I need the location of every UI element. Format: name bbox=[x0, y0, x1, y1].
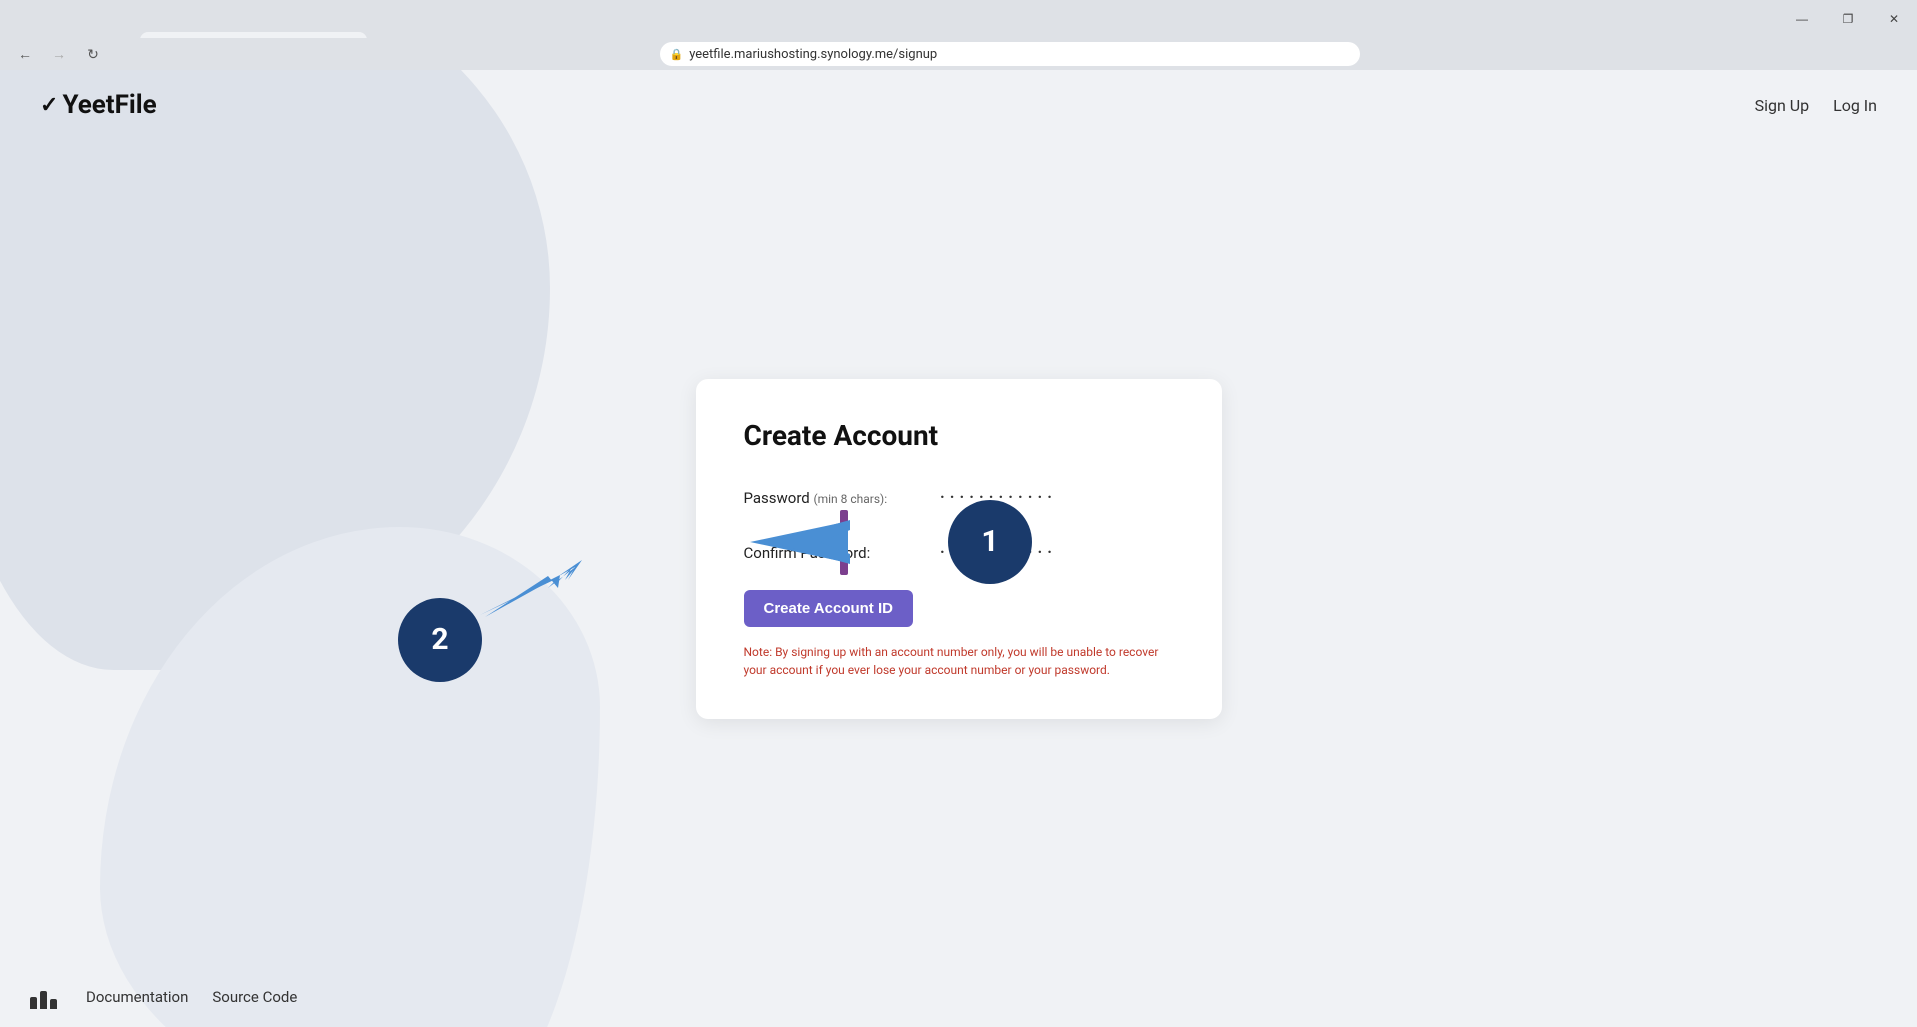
footer-bar-1 bbox=[30, 997, 37, 1009]
logo[interactable]: ✓ YeetFile bbox=[40, 90, 157, 120]
footer-logo bbox=[30, 985, 62, 1009]
main-area: Create Account Password (min 8 chars): ·… bbox=[0, 70, 1917, 1027]
address-bar-row: ← → ↻ 🔒 yeetfile.mariushosting.synology.… bbox=[0, 38, 1917, 70]
close-button[interactable]: ✕ bbox=[1871, 0, 1917, 38]
password-dots: ············ bbox=[940, 480, 1140, 517]
password-hint: (min 8 chars): bbox=[814, 492, 888, 506]
header-nav: Sign Up Log In bbox=[1755, 96, 1877, 115]
footer-bar-3 bbox=[50, 999, 57, 1009]
restore-button[interactable]: ❐ bbox=[1825, 0, 1871, 38]
reload-button[interactable]: ↻ bbox=[80, 41, 106, 67]
confirm-password-row: Confirm Password: ············ bbox=[744, 535, 1174, 572]
password-label: Password (min 8 chars): bbox=[744, 489, 924, 507]
signup-link[interactable]: Sign Up bbox=[1755, 96, 1810, 115]
password-row: Password (min 8 chars): ············ bbox=[744, 480, 1174, 517]
create-account-button[interactable]: Create Account ID bbox=[744, 590, 913, 627]
window-controls: — ❐ ✕ bbox=[1779, 0, 1917, 38]
note-text: Note: By signing up with an account numb… bbox=[744, 643, 1174, 679]
login-link[interactable]: Log In bbox=[1833, 96, 1877, 115]
documentation-link[interactable]: Documentation bbox=[86, 988, 188, 1006]
create-account-card: Create Account Password (min 8 chars): ·… bbox=[696, 379, 1222, 719]
footer-bar-2 bbox=[40, 991, 47, 1009]
address-bar[interactable]: 🔒 yeetfile.mariushosting.synology.me/sig… bbox=[660, 42, 1360, 66]
form-title: Create Account bbox=[744, 419, 1174, 452]
security-icon: 🔒 bbox=[670, 48, 684, 61]
back-button[interactable]: ← bbox=[12, 41, 38, 67]
minimize-button[interactable]: — bbox=[1779, 0, 1825, 38]
page-content: 1 2 ✓ YeetFile Sign Up Log In Create Acc… bbox=[0, 70, 1917, 1027]
forward-button[interactable]: → bbox=[46, 41, 72, 67]
confirm-password-label: Confirm Password: bbox=[744, 544, 924, 562]
source-code-link[interactable]: Source Code bbox=[212, 988, 297, 1006]
logo-icon: ✓ bbox=[40, 93, 58, 118]
url-text: yeetfile.mariushosting.synology.me/signu… bbox=[689, 47, 937, 62]
header: ✓ YeetFile Sign Up Log In bbox=[0, 70, 1917, 140]
logo-text: YeetFile bbox=[62, 90, 156, 120]
footer: Documentation Source Code bbox=[0, 967, 1917, 1027]
confirm-password-dots: ············ bbox=[940, 535, 1140, 572]
